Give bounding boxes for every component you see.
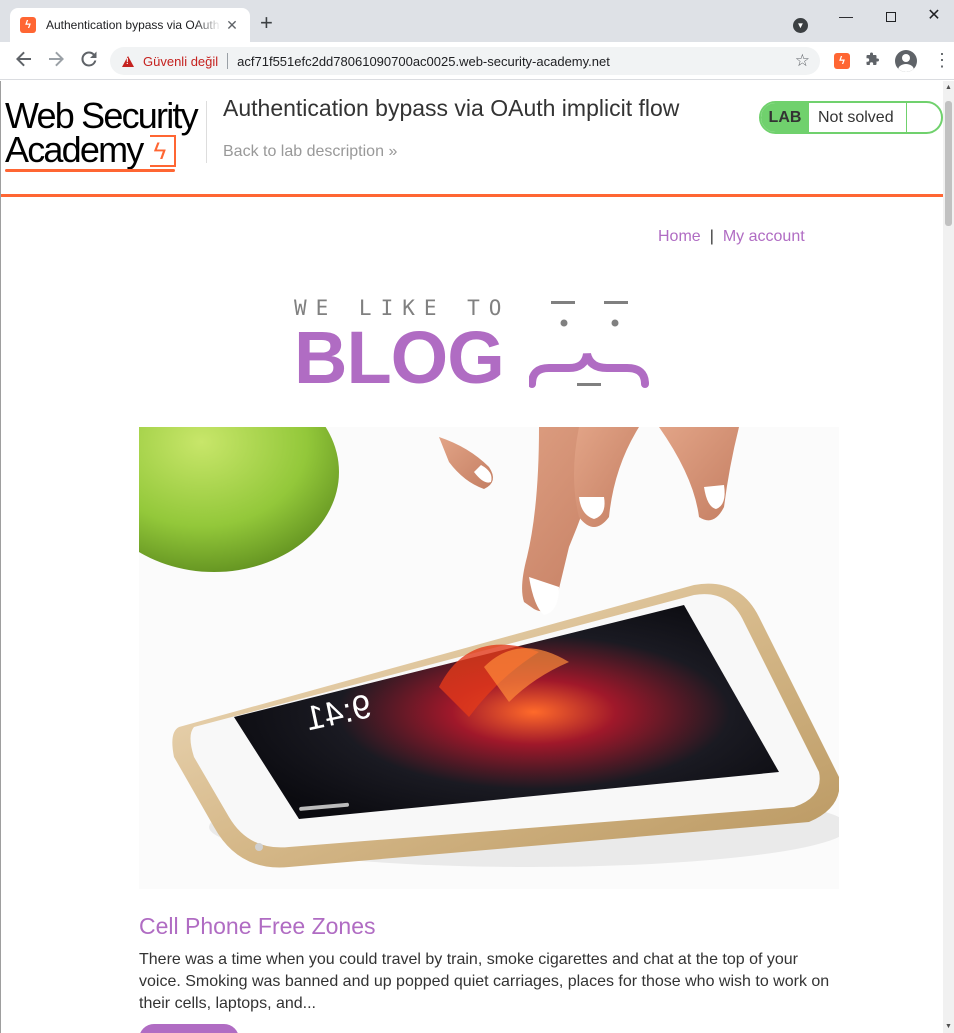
tab-strip: ϟ Authentication bypass via OAuth implic… [0,0,954,42]
banner-word: BLOG [294,316,505,399]
logo-bolt-icon [150,135,177,167]
puzzle-icon[interactable] [864,51,880,72]
tab-close-icon[interactable]: ✕ [224,17,240,34]
logo-underline [5,169,175,172]
lab-badge: LAB [761,103,809,132]
back-to-lab-link[interactable]: Back to lab description » [223,143,397,161]
blog-face-icon [529,301,649,388]
nav-separator: | [709,228,714,245]
lab-header: Web Security Academy Authentication bypa… [1,81,943,197]
logo-line1: Web Security [5,95,199,136]
lab-title: Authentication bypass via OAuth implicit… [223,95,680,121]
burp-favicon-icon: ϟ [20,17,36,33]
my-account-link[interactable]: My account [723,228,805,245]
maximize-button[interactable] [868,5,914,27]
scroll-down-icon[interactable]: ▼ [945,1023,952,1030]
tab-search-icon[interactable]: ▼ [793,18,808,33]
omnibox-divider [227,53,229,69]
home-link[interactable]: Home [658,228,701,245]
back-link-label: Back to lab description [223,143,384,160]
reload-icon[interactable] [80,50,98,72]
new-tab-icon[interactable]: + [260,12,273,34]
page-scrollbar[interactable]: ▲ ▼ [943,81,954,1033]
view-post-button[interactable] [139,1024,239,1033]
post-hero-image[interactable]: 9:41 [139,427,839,889]
lab-status-widget: LAB Not solved [759,101,943,134]
security-label[interactable]: Güvenli değil [143,54,218,69]
menu-icon[interactable]: ⋮ [933,50,951,70]
top-nav: Home | My account [658,228,805,246]
web-security-academy-logo[interactable]: Web Security Academy [5,95,205,175]
bookmark-star-icon[interactable]: ☆ [795,51,810,71]
back-icon[interactable] [15,50,33,72]
scroll-up-icon[interactable]: ▲ [945,84,952,91]
post-excerpt: There was a time when you could travel b… [139,951,830,1012]
profile-icon[interactable] [895,50,917,72]
warning-icon[interactable] [122,55,134,67]
lab-status-text: Not solved [809,103,907,132]
scroll-thumb[interactable] [945,101,952,226]
url-text[interactable]: acf71f551efc2dd78061090700ac0025.web-sec… [237,54,610,69]
tab-title: Authentication bypass via OAuth implicit… [46,18,221,32]
minimize-button[interactable]: — [823,5,869,27]
blog-banner: WE LIKE TO BLOG [294,296,654,399]
address-bar[interactable]: Güvenli değil acf71f551efc2dd78061090700… [110,47,820,75]
forward-icon[interactable] [47,50,65,72]
browser-tab-active[interactable]: ϟ Authentication bypass via OAuth implic… [10,8,250,42]
browser-toolbar: Güvenli değil acf71f551efc2dd78061090700… [0,42,954,80]
chevron-right-icon: » [388,143,398,160]
burp-extension-icon[interactable]: ϟ [834,53,850,69]
header-divider [206,101,207,163]
logo-line2: Academy [5,129,144,170]
page-content: Web Security Academy Authentication bypa… [1,81,943,1033]
window-close-button[interactable]: ✕ [914,5,954,27]
logo-line2-wrap: Academy [5,129,205,170]
post-title-link[interactable]: Cell Phone Free Zones [139,913,376,940]
